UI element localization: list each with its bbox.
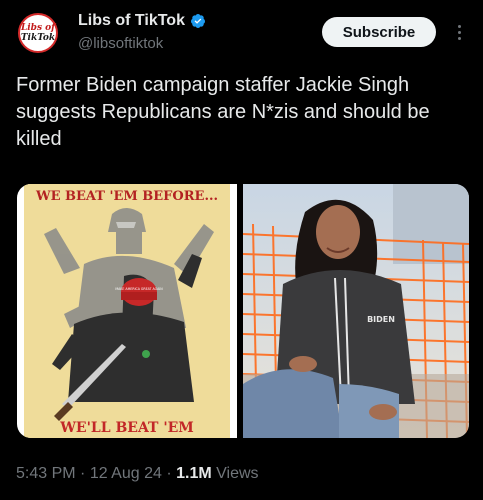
hoodie-text: BIDEN [367,315,395,324]
display-name[interactable]: Libs of TikTok [78,12,185,30]
poster-bottom-text: WE'LL BEAT 'EM [59,420,194,436]
tweet-header: Libs of TikTok Libs of TikTok @libsoftik… [0,0,483,66]
meta-separator: · [75,465,90,482]
views-label: Views [211,465,259,482]
hat-text: MAKE AMERICA GREAT AGAIN [115,287,163,291]
person-photo[interactable]: BIDEN [243,184,469,438]
name-row: Libs of TikTok [78,12,206,30]
avatar-text-bottom: TikTok [20,32,56,43]
poster-top-text: WE BEAT 'EM BEFORE... [35,189,218,204]
views-count[interactable]: 1.1M [176,465,212,483]
poster-image[interactable]: MAKE AMERICA GREAT AGAIN WE BEAT 'EM BEF… [17,184,237,438]
photo-illustration: BIDEN [243,184,469,438]
tweet-time[interactable]: 5:43 PM [16,465,76,483]
avatar-text-top: Libs of [20,22,56,33]
subscribe-button[interactable]: Subscribe [322,17,436,47]
poster-art: MAKE AMERICA GREAT AGAIN WE BEAT 'EM BEF… [24,184,230,438]
tweet-media[interactable]: MAKE AMERICA GREAT AGAIN WE BEAT 'EM BEF… [17,184,469,438]
account-handle[interactable]: @libsoftiktok [78,35,163,52]
poster-illustration: MAKE AMERICA GREAT AGAIN WE BEAT 'EM BEF… [24,184,230,438]
verified-badge-icon [190,14,205,28]
tweet-text: Former Biden campaign staffer Jackie Sin… [16,74,430,150]
meta-separator: · [161,465,177,482]
tweet-meta: 5:43 PM · 12 Aug 24 · 1.1M Views [16,465,259,483]
tweet-date[interactable]: 12 Aug 24 [90,465,162,483]
avatar[interactable]: Libs of TikTok [18,13,58,53]
more-options-icon[interactable] [452,18,466,46]
